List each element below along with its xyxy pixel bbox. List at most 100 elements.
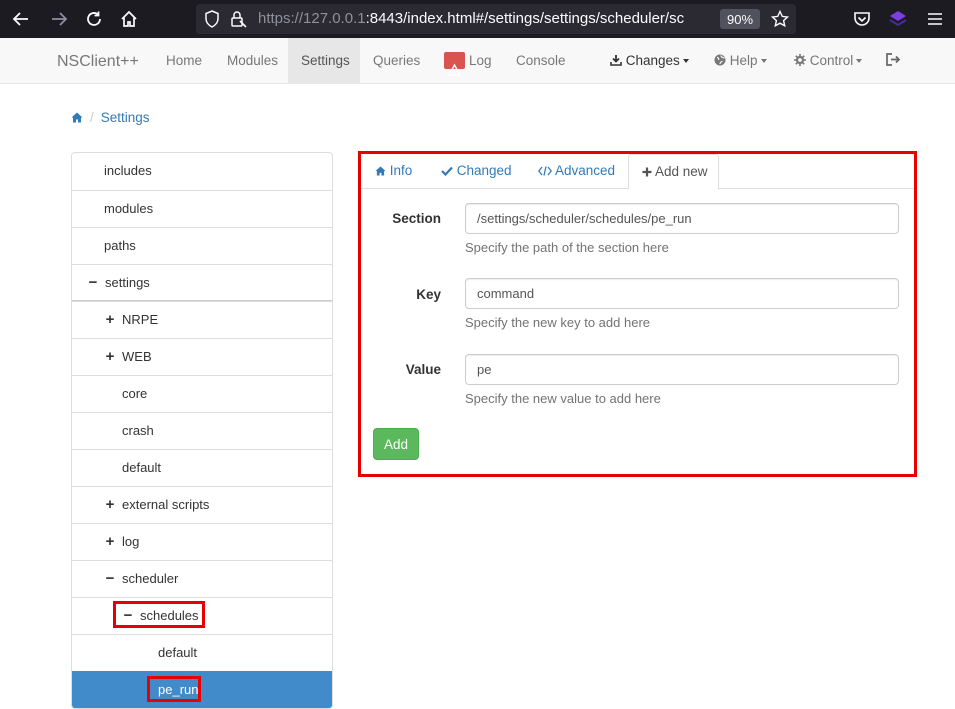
url-text: https://127.0.0.1:8443/index.html#/setti… (258, 10, 713, 27)
breadcrumb-settings[interactable]: Settings (101, 110, 150, 125)
key-label: Key (416, 287, 441, 302)
shield-icon[interactable] (204, 10, 220, 31)
tab-advanced[interactable]: Advanced (537, 154, 616, 189)
expand-icon[interactable]: + (103, 302, 117, 338)
tree-item-crash[interactable]: crash (72, 412, 332, 449)
tree-item-log[interactable]: + log (72, 523, 332, 560)
tree-item-paths[interactable]: paths (72, 227, 332, 264)
chevron-down-icon (682, 59, 689, 64)
tab-label: Add new (655, 164, 708, 179)
cog-icon (794, 53, 806, 68)
collapse-icon[interactable]: − (86, 265, 100, 301)
add-new-panel: Info Changed Advanced Add new Section Sp… (361, 154, 914, 474)
value-help-text: Specify the new value to add here (465, 391, 661, 406)
tab-add-new[interactable]: Add new (628, 154, 719, 190)
tree-item-modules[interactable]: modules (72, 190, 332, 227)
expand-icon[interactable]: + (103, 487, 117, 523)
tree-item-scheduler[interactable]: − scheduler (72, 560, 332, 597)
nav-home[interactable]: Home (166, 38, 202, 84)
url-bar[interactable]: https://127.0.0.1:8443/index.html#/setti… (196, 4, 796, 34)
nav-log-label: Log (469, 53, 492, 68)
tree-item-label: includes (104, 163, 152, 178)
collapse-icon[interactable]: − (121, 598, 135, 634)
tree-item-default[interactable]: default (72, 449, 332, 486)
nav-changes[interactable]: Changes (610, 38, 689, 84)
nav-help-label: Help (729, 53, 758, 68)
check-icon (441, 163, 453, 178)
pocket-icon[interactable] (852, 9, 872, 29)
tree-item-label: default (122, 460, 162, 475)
hamburger-menu-icon[interactable] (925, 9, 945, 29)
tree-item-label: schedules (140, 608, 199, 623)
app-navbar: NSClient++ Home Modules Settings Queries… (0, 38, 955, 84)
forward-arrow-icon[interactable] (49, 9, 69, 29)
breadcrumb: / Settings (71, 110, 150, 125)
value-label: Value (405, 362, 441, 377)
nav-modules[interactable]: Modules (227, 38, 278, 84)
tree-item-settings[interactable]: − settings (72, 264, 332, 301)
nav-changes-label: Changes (625, 53, 680, 68)
tree-item-external-scripts[interactable]: + external scripts (72, 486, 332, 523)
chevron-down-icon (856, 59, 863, 64)
url-path: :8443/index.html#/settings/settings/sche… (365, 10, 685, 27)
nav-control[interactable]: Control (794, 38, 863, 84)
panel-tabs: Info Changed Advanced Add new (361, 154, 914, 190)
collapse-icon[interactable]: − (103, 561, 117, 597)
plus-icon (642, 164, 652, 179)
bookmark-star-icon[interactable] (770, 9, 790, 31)
home-icon (375, 163, 386, 178)
url-host: https://127.0.0.1 (258, 10, 366, 27)
insecure-lock-icon[interactable] (229, 10, 247, 31)
code-icon (537, 163, 553, 178)
globe-icon (714, 53, 726, 68)
nav-control-label: Control (809, 53, 854, 68)
tree-item-web[interactable]: + WEB (72, 338, 332, 375)
tree-item-label: external scripts (122, 497, 210, 512)
value-input[interactable] (465, 354, 899, 385)
tree-item-label: WEB (122, 349, 152, 364)
nav-console[interactable]: Console (516, 38, 566, 84)
nav-queries[interactable]: Queries (373, 38, 420, 84)
add-button[interactable]: Add (373, 428, 419, 460)
section-input[interactable] (465, 203, 899, 234)
tree-item-label: default (158, 645, 198, 660)
tree-item-label: pe_run (158, 682, 199, 697)
nav-settings[interactable]: Settings (288, 38, 360, 84)
key-input[interactable] (465, 278, 899, 309)
breadcrumb-separator: / (90, 110, 94, 125)
tree-item-label: core (122, 386, 148, 401)
expand-icon[interactable]: + (103, 339, 117, 375)
key-help-text: Specify the new key to add here (465, 315, 651, 330)
back-arrow-icon[interactable] (11, 9, 31, 29)
warning-icon (444, 51, 465, 76)
section-help-text: Specify the path of the section here (465, 240, 669, 255)
logout-icon[interactable] (886, 38, 901, 84)
tab-label: Changed (456, 163, 512, 178)
tree-item-schedules-default[interactable]: default (72, 634, 332, 671)
settings-tree: includes modules paths − settings + NRPE +… (71, 152, 333, 709)
home-icon[interactable] (119, 9, 139, 29)
tab-label: Info (389, 163, 413, 178)
expand-icon[interactable]: + (103, 524, 117, 560)
tree-item-label: modules (104, 201, 154, 216)
tree-item-label: NRPE (122, 312, 159, 327)
tab-label: Advanced (555, 163, 616, 178)
tree-item-core[interactable]: core (72, 375, 332, 412)
tree-item-includes[interactable]: includes (72, 153, 332, 190)
nav-log[interactable]: Log (444, 38, 492, 84)
tree-item-label: log (122, 534, 140, 549)
tree-item-label: crash (122, 423, 154, 438)
tree-item-label: paths (104, 238, 136, 253)
download-icon (610, 53, 622, 68)
tree-item-pe-run[interactable]: pe_run (72, 671, 332, 708)
tab-info[interactable]: Info (375, 154, 412, 189)
tree-item-schedules[interactable]: − schedules (72, 597, 332, 634)
brand[interactable]: NSClient++ (57, 53, 139, 71)
nav-help[interactable]: Help (714, 38, 767, 84)
extension-icon[interactable] (888, 9, 908, 29)
tab-changed[interactable]: Changed (441, 154, 512, 189)
reload-icon[interactable] (84, 9, 104, 29)
zoom-level[interactable]: 90% (720, 9, 760, 29)
breadcrumb-home-icon[interactable] (71, 110, 83, 125)
tree-item-nrpe[interactable]: + NRPE (72, 301, 332, 338)
